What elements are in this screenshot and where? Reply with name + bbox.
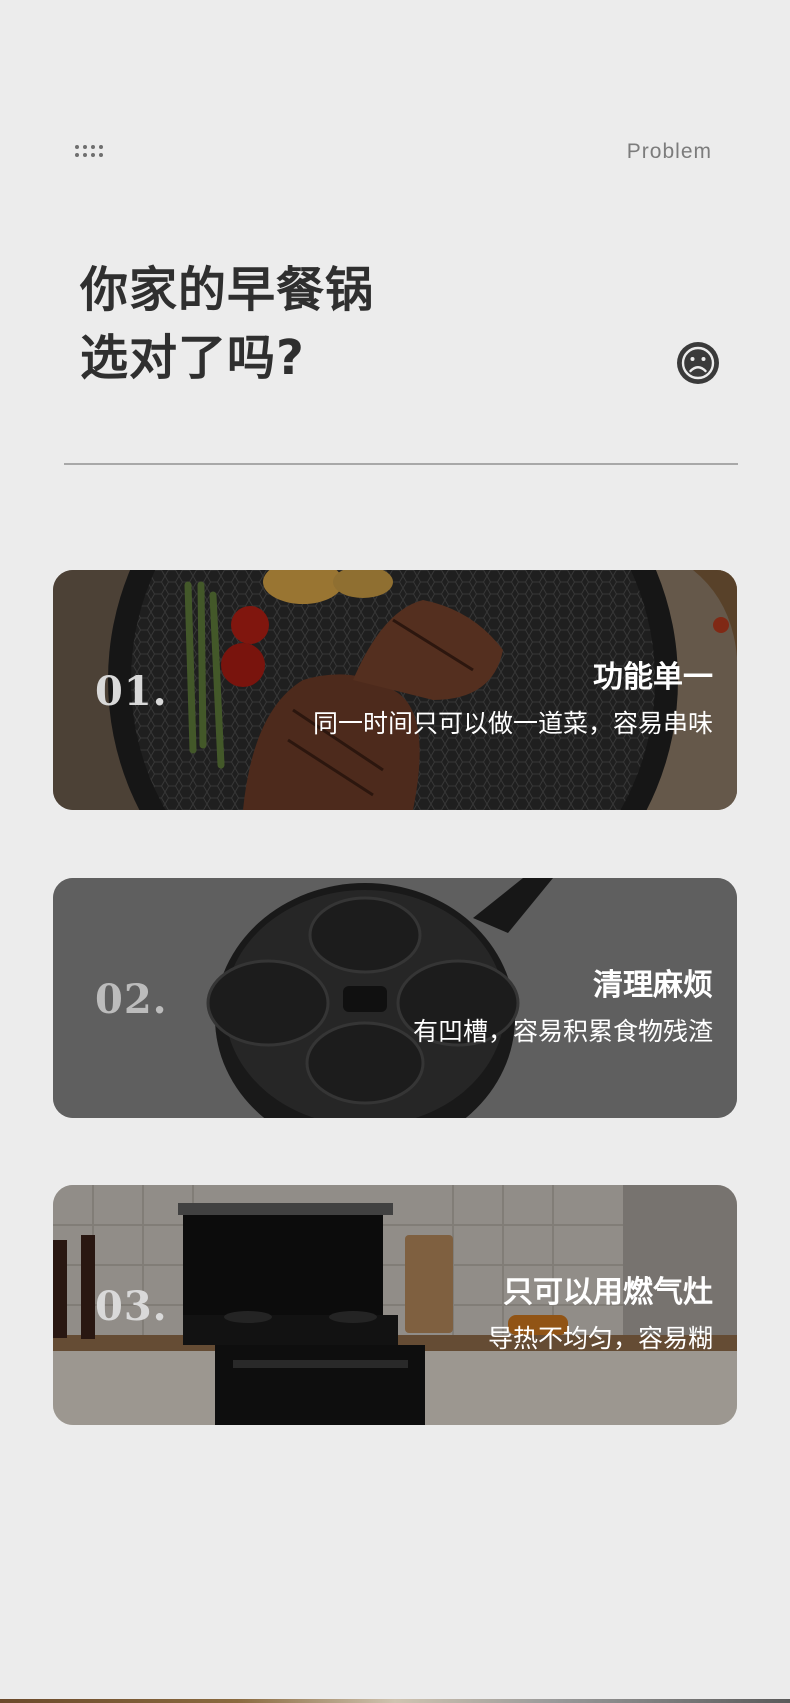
page-title-line-2: 选对了吗? [80, 330, 305, 386]
problem-title: 只可以用燃气灶 [503, 1275, 713, 1310]
problem-card-2: 02. 清理麻烦 有凹槽，容易积累食物残渣 [53, 878, 737, 1118]
problem-card-3: 03. 只可以用燃气灶 导热不均匀，容易糊 [53, 1185, 737, 1425]
problem-number: 03. [95, 1283, 168, 1330]
page-title-line-1: 你家的早餐锅 [80, 262, 375, 318]
section-label: Problem [626, 140, 712, 163]
section-divider [64, 463, 738, 465]
next-section-image-edge [0, 1699, 790, 1703]
problem-title: 功能单一 [593, 660, 713, 695]
sad-face-icon [677, 342, 719, 384]
problem-description: 导热不均匀，容易糊 [487, 1324, 713, 1353]
problem-number: 01. [95, 668, 168, 715]
problem-description: 同一时间只可以做一道菜，容易串味 [312, 709, 713, 738]
problem-number: 02. [95, 976, 168, 1023]
grid-dots-icon[interactable] [75, 145, 111, 161]
problem-description: 有凹槽，容易积累食物残渣 [412, 1017, 713, 1046]
problem-title: 清理麻烦 [593, 968, 713, 1003]
problem-card-1: 01. 功能单一 同一时间只可以做一道菜，容易串味 [53, 570, 737, 810]
page-title: 你家的早餐锅 选对了吗? [80, 256, 374, 392]
